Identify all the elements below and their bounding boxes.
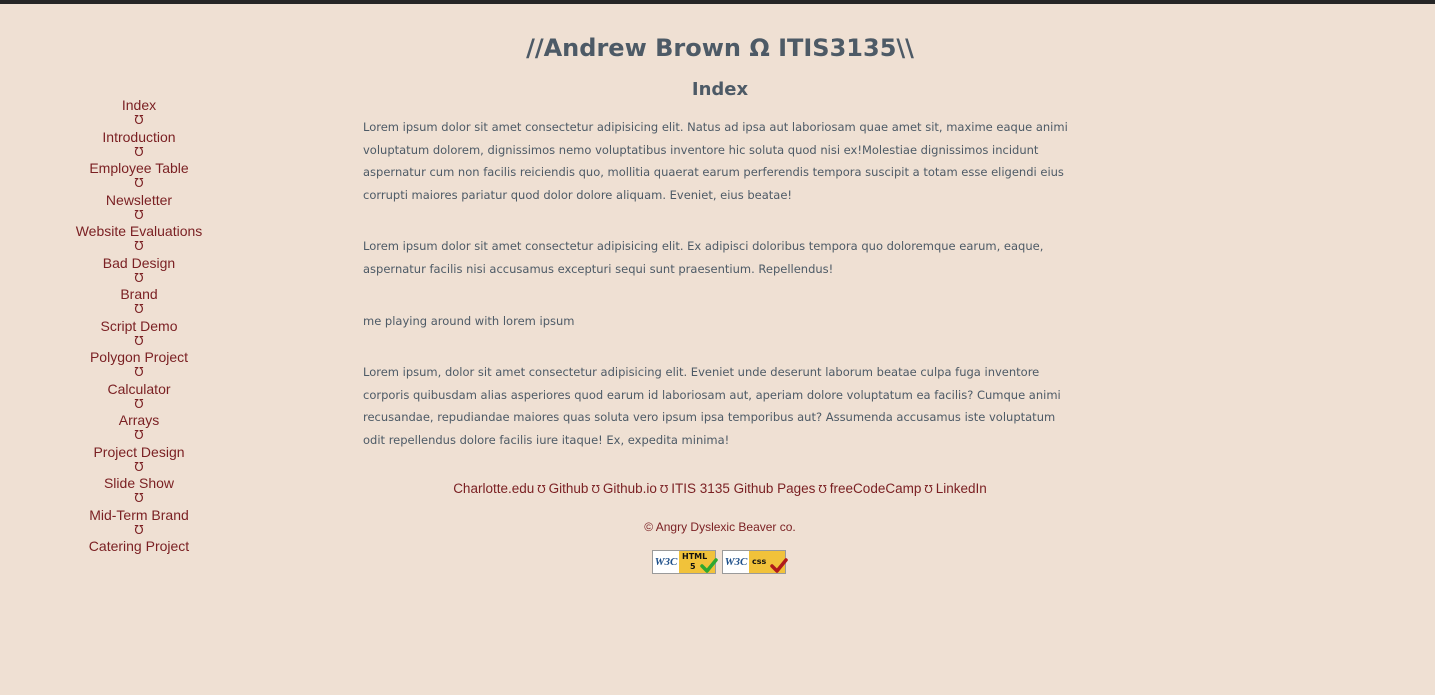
sidebar-item-website-evaluations[interactable]: Website Evaluations: [0, 223, 278, 239]
sidebar-item-bad-design[interactable]: Bad Design: [0, 255, 278, 271]
footer-separator: Ʊ: [924, 483, 933, 496]
main-content: Lorem ipsum dolor sit amet consectetur a…: [363, 116, 1079, 452]
body-paragraph: me playing around with lorem ipsum: [363, 313, 575, 328]
sidebar-item-index[interactable]: Index: [0, 97, 278, 113]
sidebar-separator: Ʊ: [134, 491, 144, 505]
sidebar-separator: Ʊ: [134, 459, 144, 474]
footer-link-github-io[interactable]: Github.io: [603, 481, 657, 496]
body-paragraph: Lorem ipsum, dolor sit amet consectetur …: [363, 365, 1061, 447]
sidebar-nav: Index Ʊ Introduction Ʊ Employee Table Ʊ …: [0, 97, 278, 554]
site-title: //Andrew Brown Ω ITIS3135\\: [526, 34, 914, 62]
check-icon: [700, 558, 718, 573]
sidebar-item-brand[interactable]: Brand: [0, 286, 278, 302]
footer-separator: Ʊ: [818, 483, 827, 496]
sidebar-separator: Ʊ: [134, 522, 144, 537]
sidebar-item-newsletter[interactable]: Newsletter: [0, 192, 278, 208]
sidebar-item-introduction[interactable]: Introduction: [0, 129, 278, 145]
sidebar-item-slide-show[interactable]: Slide Show: [0, 475, 278, 491]
sidebar-separator: Ʊ: [134, 302, 144, 316]
sidebar-item-mid-term-brand[interactable]: Mid-Term Brand: [0, 507, 278, 523]
footer-separator: Ʊ: [591, 483, 600, 496]
body-paragraph: Lorem ipsum dolor sit amet consectetur a…: [363, 120, 1068, 202]
sidebar-item-polygon-project[interactable]: Polygon Project: [0, 349, 278, 365]
validation-badges: W3C HTML 5 W3C css: [652, 550, 792, 576]
footer-link-linkedin[interactable]: LinkedIn: [936, 481, 987, 496]
sidebar-separator: Ʊ: [134, 176, 144, 190]
footer-link-github-pages[interactable]: ITIS 3135 Github Pages: [671, 481, 815, 496]
html-validator-badge[interactable]: W3C HTML 5: [652, 550, 718, 574]
top-bar: [0, 0, 1435, 4]
sidebar-item-arrays[interactable]: Arrays: [0, 412, 278, 428]
w3c-logo: W3C: [723, 551, 749, 573]
body-paragraph: Lorem ipsum dolor sit amet consectetur a…: [363, 239, 1044, 276]
copyright-text: © Angry Dyslexic Beaver co.: [644, 520, 796, 534]
sidebar-item-calculator[interactable]: Calculator: [0, 381, 278, 397]
sidebar-separator: Ʊ: [134, 144, 144, 159]
check-icon: [770, 558, 788, 573]
sidebar-separator: Ʊ: [134, 113, 144, 127]
sidebar-separator: Ʊ: [134, 239, 144, 253]
footer-links: Charlotte.edu Ʊ Github Ʊ Github.io Ʊ ITIS 3135…: [360, 480, 1080, 498]
footer-separator: Ʊ: [537, 483, 546, 496]
sidebar-separator: Ʊ: [134, 396, 144, 411]
sidebar-separator: Ʊ: [134, 428, 144, 442]
sidebar-separator: Ʊ: [134, 333, 144, 348]
sidebar-item-employee-table[interactable]: Employee Table: [0, 160, 278, 176]
footer-link-charlotte-edu[interactable]: Charlotte.edu: [453, 481, 534, 496]
footer-separator: Ʊ: [659, 483, 669, 496]
page-title: Index: [691, 79, 749, 100]
w3c-logo: W3C: [653, 551, 679, 573]
sidebar-item-script-demo[interactable]: Script Demo: [0, 318, 278, 334]
sidebar-separator: Ʊ: [134, 207, 144, 222]
sidebar-item-project-design[interactable]: Project Design: [0, 444, 278, 460]
sidebar-separator: Ʊ: [134, 270, 144, 285]
css-validator-badge[interactable]: W3C css: [722, 550, 788, 574]
sidebar-item-catering-project[interactable]: Catering Project: [0, 538, 278, 554]
footer-link-github[interactable]: Github: [549, 481, 589, 496]
sidebar-separator: Ʊ: [134, 365, 144, 379]
footer-link-freecodecamp[interactable]: freeCodeCamp: [830, 481, 922, 496]
